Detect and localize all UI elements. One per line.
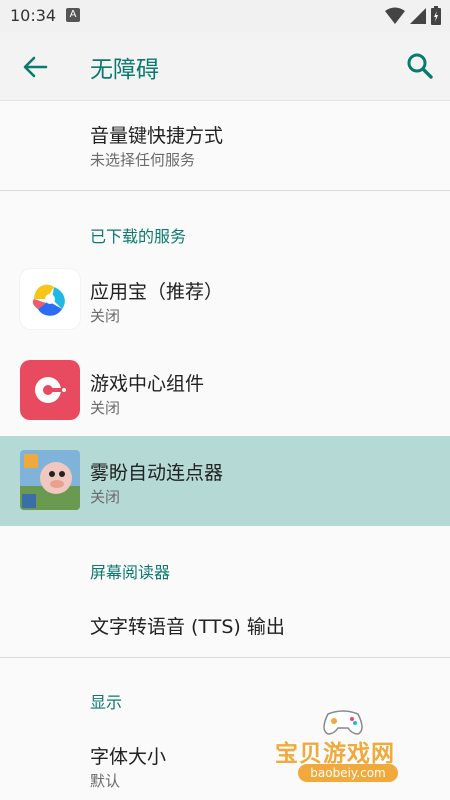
service-status: 关闭	[90, 488, 121, 506]
tts-output-title: 文字转语音 (TTS) 输出	[90, 616, 285, 638]
signal-icon	[410, 8, 426, 24]
service-title: 游戏中心组件	[90, 373, 205, 395]
watermark-logo: 宝贝游戏网 baobeiy.com	[270, 706, 430, 786]
service-item-auto-clicker[interactable]: 雾盼自动连点器 关闭	[0, 436, 450, 526]
watermark-url: baobeiy.com	[298, 764, 398, 782]
search-icon[interactable]	[404, 50, 436, 82]
section-header-screen-reader: 屏幕阅读器	[90, 563, 171, 582]
volume-shortcut-subtitle: 未选择任何服务	[90, 151, 196, 169]
auto-clicker-icon	[20, 450, 80, 510]
service-title: 雾盼自动连点器	[90, 462, 224, 484]
notification-icon: A	[66, 8, 80, 22]
battery-icon	[431, 6, 441, 25]
service-item-app-store[interactable]: 应用宝（推荐） 关闭	[0, 255, 450, 343]
volume-shortcut-row[interactable]: 音量键快捷方式 未选择任何服务	[0, 101, 450, 190]
font-size-title: 字体大小	[90, 746, 167, 768]
service-status: 关闭	[90, 307, 121, 325]
gamepad-icon	[323, 710, 363, 735]
page-title: 无障碍	[90, 57, 159, 83]
app-bar: 无障碍	[0, 32, 450, 101]
back-arrow-icon[interactable]	[20, 52, 50, 82]
wifi-icon	[385, 7, 405, 24]
service-item-game-center[interactable]: 游戏中心组件 关闭	[0, 345, 450, 435]
status-bar: 10:34 A	[0, 0, 450, 32]
service-title: 应用宝（推荐）	[90, 281, 224, 303]
watermark-brand: 宝贝游戏网	[275, 741, 395, 767]
font-size-value: 默认	[90, 772, 121, 790]
section-header-downloaded: 已下载的服务	[90, 227, 187, 246]
service-status: 关闭	[90, 399, 121, 417]
volume-shortcut-title: 音量键快捷方式	[90, 125, 224, 147]
game-center-icon	[20, 360, 80, 420]
section-header-display: 显示	[90, 693, 123, 712]
tts-output-row[interactable]: 文字转语音 (TTS) 输出	[0, 590, 450, 656]
app-store-icon	[20, 269, 80, 329]
divider	[0, 190, 450, 191]
divider	[0, 657, 450, 658]
status-time: 10:34	[10, 6, 57, 25]
